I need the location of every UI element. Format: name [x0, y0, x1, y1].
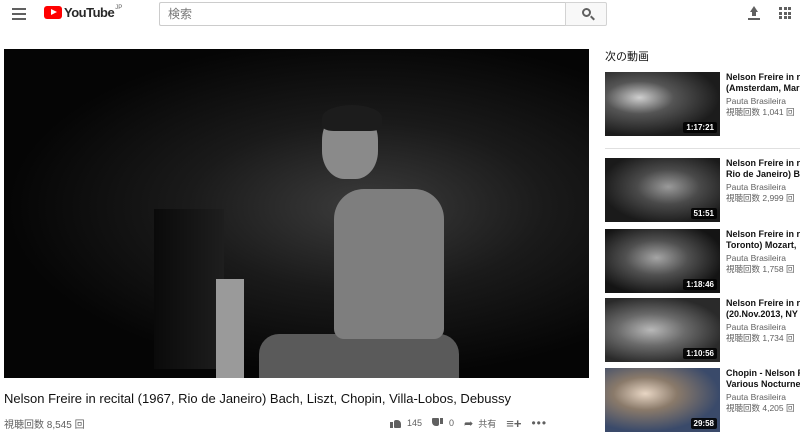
view-count: 視聴回数 1,734 回	[726, 333, 795, 343]
youtube-logo[interactable]: YouTube JP	[44, 5, 123, 20]
video-thumbnail[interactable]: 1:10:56	[605, 298, 720, 362]
related-video-title[interactable]: Nelson Freire in re	[726, 229, 800, 240]
related-video-title[interactable]: Nelson Freire in re	[726, 72, 800, 83]
view-count: 視聴回数 2,999 回	[726, 193, 795, 203]
menu-icon[interactable]	[12, 8, 26, 20]
duration-badge: 1:18:46	[683, 279, 717, 290]
related-video-title[interactable]: Nelson Freire in re	[726, 158, 800, 169]
related-video-title[interactable]: Toronto) Mozart,	[726, 240, 800, 251]
like-button[interactable]: 145	[390, 418, 422, 428]
channel-name[interactable]: Pauta Brasileira	[726, 96, 800, 107]
video-thumbnail[interactable]: 1:17:21	[605, 72, 720, 136]
dislike-count: 0	[449, 418, 455, 428]
view-count: 視聴回数 1,041 回	[726, 107, 795, 117]
duration-badge: 1:10:56	[683, 348, 717, 359]
apps-grid-icon[interactable]	[779, 7, 791, 19]
video-thumbnail[interactable]: 51:51	[605, 158, 720, 222]
view-count: 視聴回数 1,758 回	[726, 264, 795, 274]
more-icon: •••	[531, 416, 548, 430]
thumbs-up-icon	[390, 418, 401, 428]
related-video-title[interactable]: Various Nocturne	[726, 379, 800, 390]
view-count: 視聴回数 8,545 回	[4, 420, 85, 431]
video-thumbnail[interactable]: 29:58	[605, 368, 720, 432]
related-video-item[interactable]: 29:58 Chopin - Nelson F Various Nocturne…	[605, 368, 800, 432]
video-thumbnail[interactable]: 1:18:46	[605, 229, 720, 293]
related-video-title[interactable]: Chopin - Nelson F	[726, 368, 800, 379]
view-count: 視聴回数 4,205 回	[726, 403, 795, 413]
video-player[interactable]	[4, 49, 589, 378]
up-next-label: 次の動画	[605, 51, 649, 63]
related-video-title[interactable]: (Amsterdam, Mar	[726, 83, 800, 94]
playlist-add-icon: ≡+	[506, 415, 522, 431]
related-video-title[interactable]: Rio de Janeiro) Ba	[726, 169, 800, 180]
dislike-button[interactable]: 0	[432, 418, 454, 428]
more-actions-button[interactable]: •••	[531, 416, 547, 430]
video-title: Nelson Freire in recital (1967, Rio de J…	[4, 391, 512, 406]
video-actions: 145 0 ➦ 共有 ≡+ •••	[390, 414, 557, 432]
upload-icon[interactable]	[747, 6, 761, 20]
search-input[interactable]	[160, 3, 565, 25]
channel-name[interactable]: Pauta Brasileira	[726, 253, 800, 264]
thumbs-down-icon	[432, 418, 443, 428]
share-icon: ➦	[464, 417, 474, 430]
channel-name[interactable]: Pauta Brasileira	[726, 392, 800, 403]
related-video-title[interactable]: Nelson Freire in re	[726, 298, 800, 309]
related-video-item[interactable]: 1:17:21 Nelson Freire in re (Amsterdam, …	[605, 72, 800, 136]
related-video-title[interactable]: (20.Nov.2013, NY	[726, 309, 800, 320]
save-to-playlist-button[interactable]: ≡+	[506, 416, 521, 431]
related-video-item[interactable]: 1:18:46 Nelson Freire in re Toronto) Moz…	[605, 229, 800, 293]
duration-badge: 1:17:21	[683, 122, 717, 133]
sidebar-divider	[605, 148, 800, 149]
duration-badge: 29:58	[690, 418, 717, 429]
play-icon	[44, 6, 62, 19]
share-button[interactable]: ➦ 共有	[464, 417, 496, 430]
like-count: 145	[407, 418, 423, 428]
logo-text: YouTube	[64, 5, 115, 20]
logo-region: JP	[115, 5, 123, 11]
channel-name[interactable]: Pauta Brasileira	[726, 322, 800, 333]
search-button[interactable]	[565, 2, 607, 26]
related-video-item[interactable]: 51:51 Nelson Freire in re Rio de Janeiro…	[605, 158, 800, 222]
share-label: 共有	[478, 418, 497, 429]
search-box	[159, 2, 565, 26]
channel-name[interactable]: Pauta Brasileira	[726, 182, 800, 193]
duration-badge: 51:51	[690, 208, 717, 219]
related-video-item[interactable]: 1:10:56 Nelson Freire in re (20.Nov.2013…	[605, 298, 800, 362]
video-frame	[4, 49, 589, 378]
masthead: YouTube JP	[0, 0, 800, 28]
